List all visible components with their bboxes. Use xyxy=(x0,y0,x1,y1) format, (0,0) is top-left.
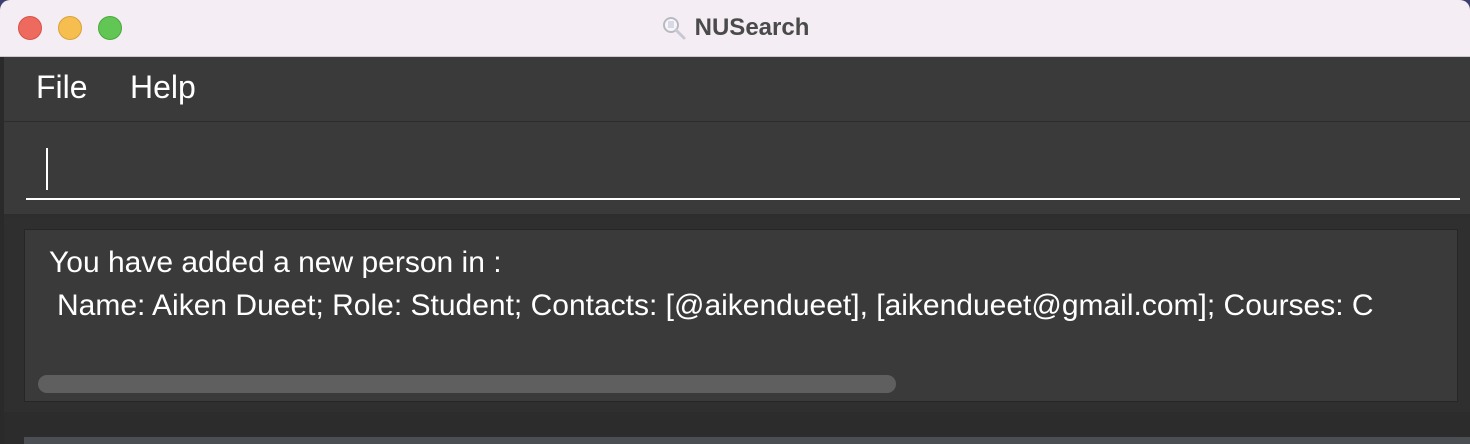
result-display[interactable]: You have added a new person in : Name: A… xyxy=(24,229,1458,402)
horizontal-scrollbar[interactable] xyxy=(38,375,896,393)
command-input[interactable] xyxy=(26,138,1460,200)
window-title-group: NUSearch xyxy=(0,0,1470,56)
title-bar: NUSearch xyxy=(0,0,1470,57)
result-details-line: Name: Aiken Dueet; Role: Student; Contac… xyxy=(57,289,1374,322)
app-window: NUSearch File Help You have added a new … xyxy=(0,0,1470,444)
menu-file[interactable]: File xyxy=(36,69,88,106)
magnifier-icon xyxy=(661,15,687,41)
window-title: NUSearch xyxy=(694,14,810,41)
text-caret xyxy=(46,148,48,190)
menu-bar: File Help xyxy=(0,57,1470,123)
command-box-container xyxy=(4,122,1470,218)
person-list-panel xyxy=(24,437,1470,444)
result-message-line: You have added a new person in : xyxy=(49,246,502,279)
menu-help[interactable]: Help xyxy=(130,69,196,106)
